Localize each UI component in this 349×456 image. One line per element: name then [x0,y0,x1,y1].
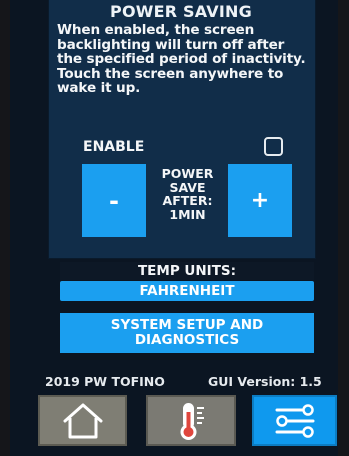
enable-label: ENABLE [83,139,145,155]
thermometer-icon [180,402,204,440]
nav-settings-button[interactable] [252,395,337,446]
temp-units-label: TEMP UNITS: [137,263,237,279]
power-saving-description: When enabled, the screen backlighting wi… [57,22,306,97]
nav-home-button[interactable] [38,395,127,446]
system-setup-button[interactable]: SYSTEM SETUP AND DIAGNOSTICS [60,313,314,353]
power-save-line-3: AFTER: [162,193,213,208]
power-save-line-2: SAVE [169,179,206,195]
model-label: 2019 PW TOFINO [45,374,165,389]
home-icon [63,403,102,438]
power-save-line-1: POWER [161,166,214,181]
decrease-time-button[interactable]: - [82,164,146,237]
temp-units-toggle-button[interactable]: FAHRENHEIT [60,281,314,301]
system-setup-label-line1: SYSTEM SETUP AND [110,317,264,333]
settings-sliders-icon [275,403,314,438]
power-save-after-readout: POWER SAVE AFTER: 1MIN [148,167,227,221]
power-save-value: 1MIN [169,206,206,222]
power-saving-title: POWER SAVING [110,2,252,21]
system-setup-label-line2: DIAGNOSTICS [134,332,240,348]
gui-version-label: GUI Version: 1.5 [208,374,322,389]
increase-time-button[interactable]: + [228,164,292,237]
enable-checkbox[interactable] [264,137,283,156]
nav-temperature-button[interactable] [146,395,236,446]
